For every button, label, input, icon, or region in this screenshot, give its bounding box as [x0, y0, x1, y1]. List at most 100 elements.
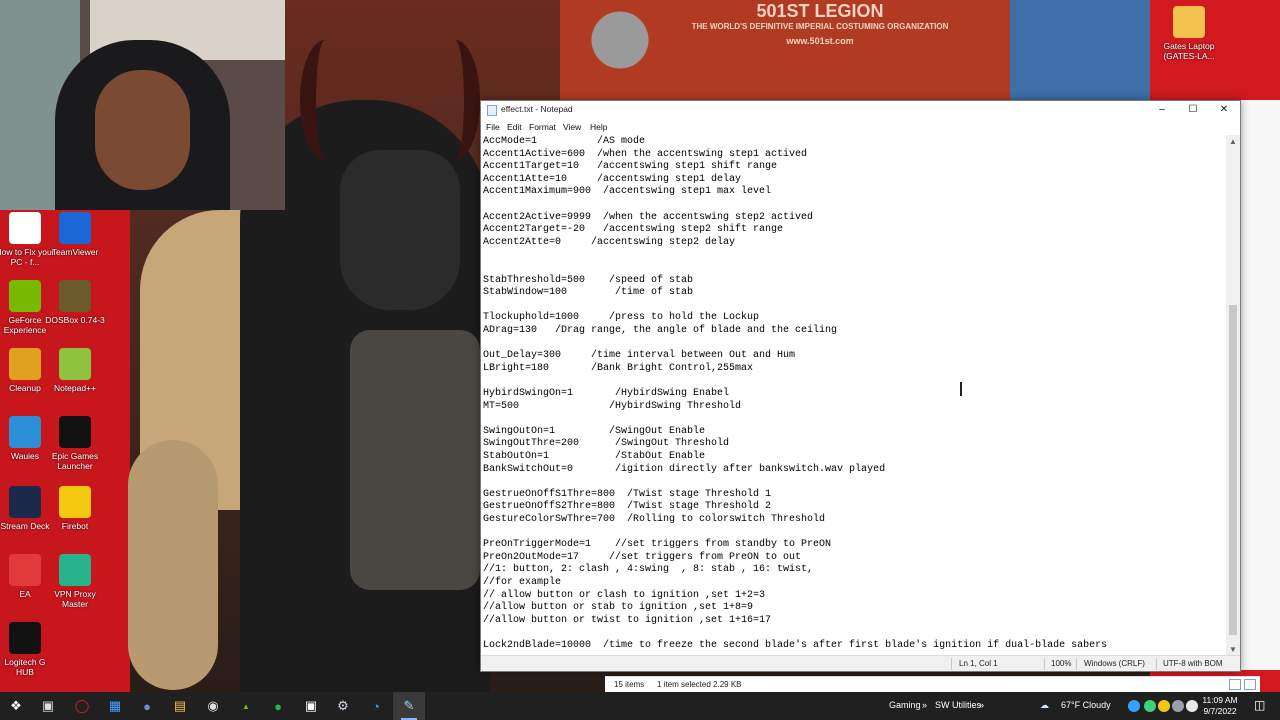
cloud-icon: ☁ — [1040, 700, 1049, 710]
opera-icon[interactable]: ◯ — [66, 692, 98, 720]
nvidia-icon[interactable]: ▲ — [230, 692, 262, 720]
title-bar[interactable]: effect.txt - Notepad – ☐ ✕ — [481, 101, 1240, 119]
webcam-person — [95, 70, 190, 190]
menu-help[interactable]: Help — [590, 122, 607, 132]
tray-app-icon[interactable] — [1158, 700, 1170, 712]
vertical-scrollbar[interactable]: ▲ ▼ — [1226, 135, 1240, 657]
status-divider — [1044, 658, 1045, 670]
notepad-taskbar-icon[interactable]: ✎ — [393, 692, 425, 720]
banner-tagline: THE WORLD'S DEFINITIVE IMPERIAL COSTUMIN… — [691, 22, 949, 31]
menu-view[interactable]: View — [563, 122, 581, 132]
desktop-icon[interactable]: Gates Laptop (GATES-LA... — [1154, 6, 1224, 61]
desktop-icon[interactable]: TeamViewer — [45, 212, 105, 257]
tray-app-icon[interactable] — [1128, 700, 1140, 712]
explorer-item-count: 15 items — [614, 680, 645, 689]
text-line: // allow button or clash to ignition ,se… — [483, 589, 766, 601]
text-line: PreOnTriggerMode=1 //set triggers from s… — [483, 539, 832, 551]
clock[interactable]: 11:09 AM 9/7/2022 — [1198, 695, 1242, 717]
task-view-icon[interactable]: ▣ — [32, 692, 64, 720]
left-horn — [300, 40, 350, 160]
text-line: GestrueOnOffS1Thre=800 /Twist stage Thre… — [483, 488, 772, 500]
text-line: StabWindow=100 /time of stab — [483, 287, 694, 299]
text-line: GestrueOnOffS2Thre=800 /Twist stage Thre… — [483, 501, 772, 513]
notifications-icon[interactable]: ◫ — [1254, 698, 1265, 712]
cursor-position: Ln 1, Col 1 — [959, 659, 998, 668]
app-icon[interactable]: ▦ — [99, 692, 131, 720]
text-line: Accent2Active=9999 /when the accentswing… — [483, 211, 814, 223]
menu-format[interactable]: Format — [529, 122, 556, 132]
more-chevron-icon[interactable]: » — [922, 700, 927, 710]
close-button[interactable]: ✕ — [1209, 101, 1239, 119]
desktop-icon[interactable]: Notepad++ — [45, 348, 105, 393]
clock-time: 11:09 AM — [1202, 695, 1238, 705]
logitech-icon — [9, 622, 41, 654]
details-view-icon[interactable] — [1229, 679, 1241, 690]
more-chevron-icon[interactable]: » — [979, 700, 984, 710]
status-divider — [1156, 658, 1157, 670]
network-icon[interactable] — [1172, 700, 1184, 712]
maximize-button[interactable]: ☐ — [1178, 101, 1208, 119]
status-divider — [951, 658, 952, 670]
start-windows-icon[interactable]: ❖ — [0, 692, 32, 720]
streamdeck-icon — [9, 486, 41, 518]
scrollbar-thumb[interactable] — [1229, 305, 1237, 635]
taskbar: ❖ ▣ ◯ ▦ ● ▤ ◉ ▲ ● ▣ ⚙ ◔ ✎ Gaming » SW Ut… — [0, 692, 1280, 720]
notepad-window[interactable]: effect.txt - Notepad – ☐ ✕ File Edit For… — [480, 100, 1241, 672]
text-line: Accent1Target=10 /accentswing step1 shif… — [483, 161, 778, 173]
firebot-icon — [59, 486, 91, 518]
sith-mask — [340, 150, 460, 310]
text-line: SwingOutOn=1 /SwingOut Enable — [483, 425, 706, 437]
steam-icon[interactable]: ⚙ — [327, 692, 359, 720]
desktop-icon-label: VPN Proxy Master — [54, 589, 96, 609]
text-line: //for example — [483, 577, 562, 588]
desktop-icon-label: Cleanup — [9, 383, 41, 393]
gaming-toolbar[interactable]: Gaming — [889, 700, 921, 710]
text-line: PreOn2OutMode=17 //set triggers from Pre… — [483, 551, 802, 563]
desktop-icon-label: Gates Laptop (GATES-LA... — [1163, 41, 1215, 61]
sw-utilities-toolbar[interactable]: SW Utilities — [935, 700, 981, 710]
desktop-icon[interactable]: Epic Games Launcher — [45, 416, 105, 471]
right-horn — [430, 40, 480, 160]
text-line: Accent1Atte=10 /accentswing step1 delay — [483, 173, 742, 185]
document-icon — [9, 212, 41, 244]
file-explorer-icon[interactable]: ▤ — [164, 692, 196, 720]
banner-text: 501ST LEGION THE WORLD'S DEFINITIVE IMPE… — [670, 0, 970, 50]
obs-icon[interactable]: ◉ — [197, 692, 229, 720]
desktop-icon[interactable]: DOSBox 0.74-3 — [45, 280, 105, 325]
stormtrooper-helmet-lower — [128, 440, 218, 690]
text-line: Accent2Target=-20 /accentswing step2 shi… — [483, 224, 784, 236]
desktop-icon[interactable]: VPN Proxy Master — [45, 554, 105, 609]
spotify-icon[interactable]: ● — [262, 692, 294, 720]
media-icon[interactable]: ▣ — [295, 692, 327, 720]
geforce-icon — [9, 280, 41, 312]
tray-app-icon[interactable] — [1144, 700, 1156, 712]
line-ending: Windows (CRLF) — [1084, 659, 1145, 668]
menu-edit[interactable]: Edit — [507, 122, 522, 132]
minimize-button[interactable]: – — [1147, 101, 1177, 119]
desktop-icon[interactable]: Logitech G HUB — [0, 622, 55, 677]
desktop-icon[interactable]: Firebot — [45, 486, 105, 531]
scroll-up-arrow-icon[interactable]: ▲ — [1226, 135, 1240, 149]
text-line: BankSwitchOut=0 /igition directly after … — [483, 463, 886, 475]
volume-icon[interactable] — [1186, 700, 1198, 712]
webcam-overlay — [0, 0, 285, 210]
discord-icon[interactable]: ● — [131, 692, 163, 720]
menu-file[interactable]: File — [486, 122, 500, 132]
banner-url: www.501st.com — [786, 36, 854, 46]
weather-text[interactable]: 67°F Cloudy — [1061, 700, 1111, 710]
edge-icon[interactable]: ◔ — [360, 692, 392, 720]
text-line: StabThreshold=500 /speed of stab — [483, 274, 694, 286]
encoding: UTF-8 with BOM — [1163, 659, 1223, 668]
paw-icon — [9, 416, 41, 448]
background-window-edge — [1238, 100, 1280, 670]
zoom-level: 100% — [1051, 659, 1072, 668]
vpn-key-icon — [59, 554, 91, 586]
text-line: ADrag=130 /Drag range, the angle of blad… — [483, 325, 838, 336]
broom-icon — [9, 348, 41, 380]
large-icons-view-icon[interactable] — [1244, 679, 1256, 690]
status-bar: Ln 1, Col 1 100% Windows (CRLF) UTF-8 wi… — [481, 655, 1240, 671]
text-line: AccMode=1 /AS mode — [483, 136, 646, 147]
desktop-icon-label: Epic Games Launcher — [51, 451, 99, 471]
text-editor[interactable]: AccMode=1 /AS mode Accent1Active=600 /whe… — [481, 135, 1228, 657]
desktop-icon-label: Notepad++ — [53, 383, 97, 393]
